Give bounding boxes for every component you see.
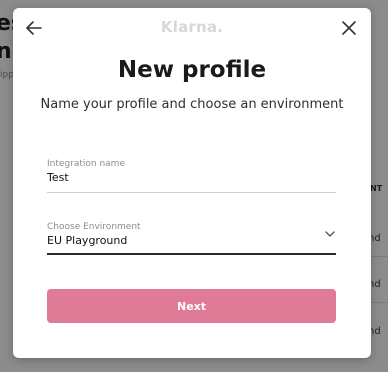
environment-underline [47,253,336,255]
environment-value[interactable]: EU Playground [47,234,336,248]
integration-name-label: Integration name [47,159,125,169]
dialog-subtitle: Name your profile and choose an environm… [40,97,344,112]
integration-name-field[interactable]: Integration name Test [47,159,336,193]
klarna-logo: Klarna. [160,18,224,36]
close-icon [342,21,356,35]
dialog-title: New profile [117,57,267,83]
chevron-down-icon[interactable] [324,228,336,240]
environment-select[interactable]: Choose Environment EU Playground [47,222,336,256]
integration-name-underline [47,192,336,193]
close-button[interactable] [339,18,359,38]
new-profile-dialog: Klarna. New profile Name your profile an… [13,8,371,358]
environment-label: Choose Environment [47,222,141,232]
next-button[interactable]: Next [47,289,336,323]
integration-name-input[interactable]: Test [47,171,336,185]
